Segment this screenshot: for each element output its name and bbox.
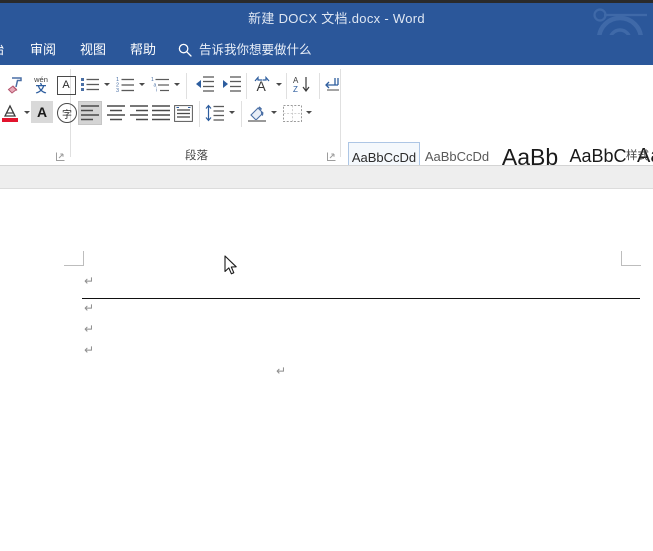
ribbon-tab-row: 开始 审阅 视图 帮助 告诉我你想要做什么 (0, 35, 653, 65)
paragraph-mark-3: ↵ (84, 323, 94, 335)
ribbon-tab-help[interactable]: 帮助 (130, 35, 156, 65)
numbering-button[interactable]: 1 2 3 (114, 73, 136, 95)
shading-caret-icon[interactable] (271, 111, 277, 114)
margin-mark-right (621, 251, 641, 271)
paragraph-border-rule (82, 298, 640, 299)
sort-button[interactable]: A Z (290, 73, 314, 95)
sort-icon: A Z (292, 75, 312, 93)
show-paragraph-marks-icon (324, 75, 342, 93)
asian-layout-caret-icon[interactable] (276, 83, 282, 86)
ribbon-tab-view[interactable]: 视图 (80, 35, 106, 65)
numbering-icon: 1 2 3 (116, 76, 134, 92)
character-border-button[interactable]: A (54, 73, 78, 97)
document-page[interactable]: ↵ ↵ ↵ ↵ ↵ (0, 189, 653, 551)
character-border-icon: A (57, 76, 76, 95)
margin-mark-left (64, 251, 84, 271)
style-sample-no-spacing: AaBbCcDd (421, 149, 493, 164)
svg-text:i: i (156, 88, 157, 93)
tell-me-search-box[interactable]: 告诉我你想要做什么 (178, 35, 312, 65)
text-highlight-color-icon (0, 103, 20, 123)
increase-indent-button[interactable] (219, 73, 243, 95)
borders-caret-icon[interactable] (306, 111, 312, 114)
style-item-heading-2[interactable]: AaBbC 标题 2 (562, 142, 634, 166)
styles-group-label: 样式 (626, 147, 649, 163)
increase-indent-icon (221, 76, 241, 92)
shading-icon (247, 104, 267, 122)
font-color-button[interactable]: A (31, 101, 53, 123)
align-left-button[interactable] (78, 101, 102, 125)
search-icon (178, 43, 192, 57)
clear-formatting-button[interactable] (4, 73, 28, 97)
paragraph-group-label: 段落 (185, 147, 208, 163)
svg-text:Z: Z (293, 85, 298, 93)
style-item-no-spacing[interactable]: AaBbCcDd ↵无间隔 (421, 142, 493, 166)
shading-button[interactable] (245, 101, 269, 125)
paragraph-mark-4: ↵ (84, 344, 94, 356)
numbering-caret-icon[interactable] (139, 83, 145, 86)
paragraph-mark-1: ↵ (84, 275, 94, 287)
enclose-characters-button[interactable]: 字 (55, 101, 79, 125)
ribbon-body: wén 文 A A 字 (0, 65, 653, 166)
style-sample-heading-1: AaBb (494, 144, 566, 166)
divider-marks (319, 73, 320, 99)
bullets-caret-icon[interactable] (104, 83, 110, 86)
paragraph-dialog-launcher-icon[interactable] (327, 152, 336, 161)
font-dialog-launcher-icon[interactable] (56, 152, 65, 161)
divider-sort (286, 73, 287, 99)
show-paragraph-marks-button[interactable] (322, 73, 344, 95)
distribute-button[interactable] (171, 101, 195, 125)
align-center-button[interactable] (104, 101, 128, 125)
bullets-button[interactable] (79, 73, 101, 95)
clear-formatting-icon (6, 75, 26, 95)
align-right-button[interactable] (127, 101, 151, 125)
align-center-icon (107, 105, 125, 121)
font-color-icon: A (37, 104, 47, 120)
distribute-icon (174, 105, 193, 122)
line-spacing-icon (205, 104, 225, 122)
divider-indent (186, 73, 187, 99)
paragraph-mark-2: ↵ (84, 302, 94, 314)
ribbon-document-gap (0, 166, 653, 189)
svg-text:3: 3 (116, 88, 119, 92)
ribbon-tab-home[interactable]: 开始 (0, 35, 4, 65)
multilevel-list-caret-icon[interactable] (174, 83, 180, 86)
decrease-indent-button[interactable] (192, 73, 216, 95)
style-item-heading-1[interactable]: AaBb 标题 1 (494, 142, 566, 166)
divider-linespacing (199, 101, 200, 127)
ribbon-tab-review[interactable]: 审阅 (30, 35, 56, 65)
decrease-indent-icon (194, 76, 214, 92)
bullets-icon (81, 76, 99, 92)
style-item-normal[interactable]: AaBbCcDd ↵正文 (348, 142, 420, 166)
paragraph-mark-5: ↵ (276, 365, 286, 377)
asian-layout-icon: A (252, 75, 272, 93)
borders-icon (283, 105, 302, 122)
phonetic-guide-base-text: 文 (36, 84, 47, 95)
text-highlight-color-caret-icon[interactable] (24, 111, 30, 114)
svg-text:A: A (293, 76, 299, 85)
style-sample-heading-2: AaBbC (562, 146, 634, 166)
enclose-characters-icon: 字 (57, 103, 77, 123)
justify-icon (152, 105, 170, 121)
phonetic-guide-button[interactable]: wén 文 (29, 73, 53, 97)
word-window: 新建 DOCX 文档.docx - Word 开始 审阅 视图 帮助 告诉我你想… (0, 0, 653, 551)
multilevel-list-button[interactable]: 1 a i (149, 73, 171, 95)
align-right-icon (130, 105, 148, 121)
line-spacing-caret-icon[interactable] (229, 111, 235, 114)
title-bar: 新建 DOCX 文档.docx - Word (0, 3, 653, 35)
justify-button[interactable] (149, 101, 173, 125)
text-highlight-color-button[interactable] (0, 101, 22, 125)
divider-shading (241, 101, 242, 127)
tell-me-placeholder: 告诉我你想要做什么 (199, 35, 312, 65)
align-left-icon (81, 105, 99, 121)
borders-button[interactable] (280, 101, 304, 125)
asian-layout-button[interactable]: A (250, 73, 274, 95)
line-spacing-button[interactable] (203, 101, 227, 125)
style-sample-normal: AaBbCcDd (349, 150, 419, 165)
divider-asian (246, 73, 247, 99)
window-title: 新建 DOCX 文档.docx - Word (0, 3, 653, 35)
document-canvas[interactable]: ↵ ↵ ↵ ↵ ↵ (0, 189, 653, 551)
multilevel-list-icon: 1 a i (151, 76, 169, 92)
